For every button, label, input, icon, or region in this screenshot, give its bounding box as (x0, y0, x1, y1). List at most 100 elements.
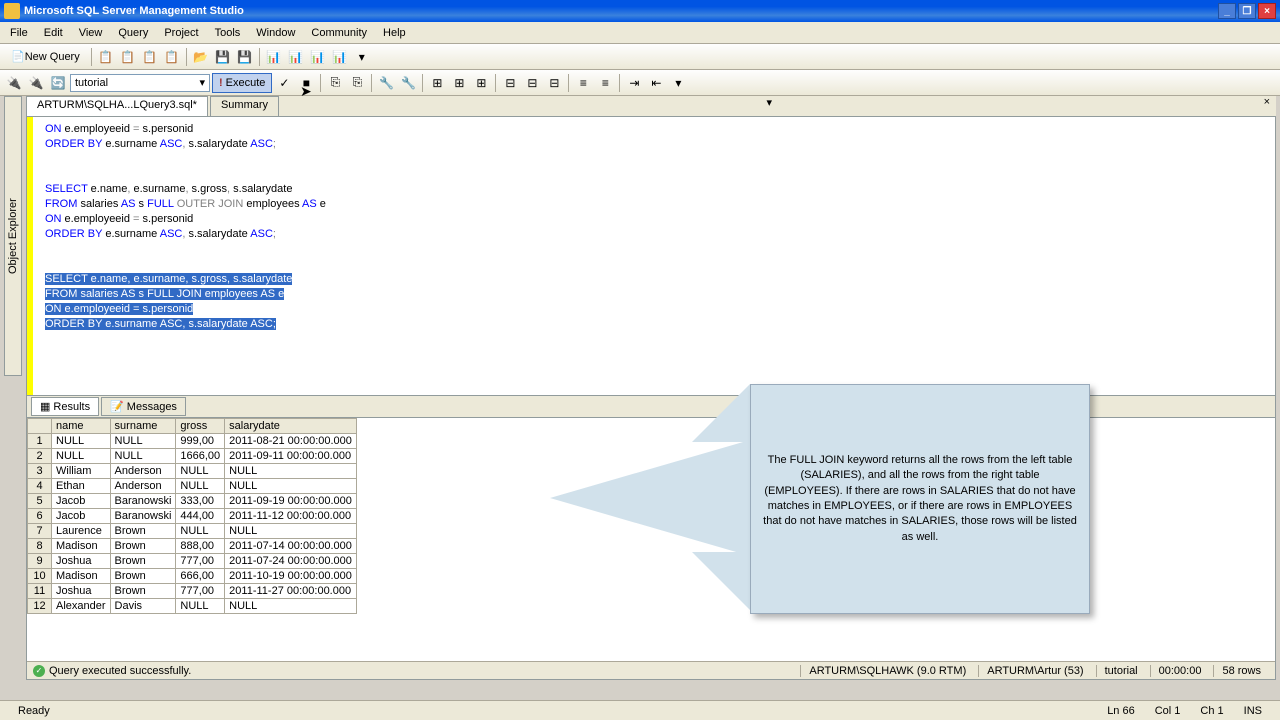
table-row[interactable]: 10MadisonBrown666,002011-10-19 00:00:00.… (28, 569, 357, 584)
toolbar-icon[interactable]: 🔧 (398, 73, 418, 93)
menu-community[interactable]: Community (303, 25, 375, 41)
toolbar-icon[interactable]: ≡ (573, 73, 593, 93)
table-row[interactable]: 11JoshuaBrown777,002011-11-27 00:00:00.0… (28, 584, 357, 599)
menu-tools[interactable]: Tools (207, 25, 249, 41)
status-server: ARTURM\SQLHAWK (9.0 RTM) (800, 665, 974, 677)
toolbar-icon[interactable]: ⊟ (544, 73, 564, 93)
menu-query[interactable]: Query (110, 25, 156, 41)
chevron-down-icon[interactable]: ▾ (761, 96, 779, 116)
status-rows: 58 rows (1213, 665, 1269, 677)
menubar: File Edit View Query Project Tools Windo… (0, 22, 1280, 44)
parse-icon[interactable]: ✓ (274, 73, 294, 93)
toolbar-icon[interactable]: 📊 (330, 47, 350, 67)
status-ch: Ch 1 (1190, 705, 1233, 717)
close-tab-icon[interactable]: × (1258, 96, 1276, 116)
sql-editor[interactable]: ON e.employeeid = s.personid ORDER BY e.… (26, 116, 1276, 396)
menu-view[interactable]: View (71, 25, 111, 41)
column-header[interactable]: name (52, 419, 111, 434)
close-button[interactable]: × (1258, 3, 1276, 19)
toolbar-icon[interactable]: ⊟ (522, 73, 542, 93)
table-row[interactable]: 5JacobBaranowski333,002011-09-19 00:00:0… (28, 494, 357, 509)
status-col: Col 1 (1145, 705, 1191, 717)
table-row[interactable]: 8MadisonBrown888,002011-07-14 00:00:00.0… (28, 539, 357, 554)
grid-icon: ▦ (40, 400, 50, 413)
app-icon (4, 3, 20, 19)
tab-summary[interactable]: Summary (210, 96, 279, 116)
status-user: ARTURM\Artur (53) (978, 665, 1091, 677)
database-combo[interactable]: tutorial ▾ (70, 74, 210, 92)
toolbar-icon[interactable]: ⊞ (471, 73, 491, 93)
chevron-down-icon: ▾ (199, 76, 205, 89)
toolbar-icon[interactable]: ⇤ (646, 73, 666, 93)
table-row[interactable]: 6JacobBaranowski444,002011-11-12 00:00:0… (28, 509, 357, 524)
toolbar-icon[interactable]: 📊 (308, 47, 328, 67)
column-header[interactable] (28, 419, 52, 434)
status-line: Ln 66 (1097, 705, 1145, 717)
save-all-icon[interactable]: 💾 (235, 47, 255, 67)
toolbar-icon[interactable]: ▾ (668, 73, 688, 93)
toolbar-icon[interactable]: 📊 (286, 47, 306, 67)
table-row[interactable]: 2NULLNULL1666,002011-09-11 00:00:00.000 (28, 449, 357, 464)
stop-icon[interactable]: ■ (296, 73, 316, 93)
table-row[interactable]: 12AlexanderDavisNULLNULL (28, 599, 357, 614)
column-header[interactable]: gross (176, 419, 225, 434)
status-ready: Ready (8, 705, 60, 717)
save-icon[interactable]: 💾 (213, 47, 233, 67)
status-message: Query executed successfully. (49, 665, 191, 677)
success-icon: ✓ (33, 665, 45, 677)
database-combo-value: tutorial (75, 77, 108, 89)
maximize-button[interactable]: ❐ (1238, 3, 1256, 19)
toolbar-icon[interactable]: ⊟ (500, 73, 520, 93)
status-database: tutorial (1096, 665, 1146, 677)
new-query-icon: 📄 (11, 50, 25, 63)
main-toolbar: 📄 New Query 📋 📋 📋 📋 📂 💾 💾 📊 📊 📊 📊 ▾ (0, 44, 1280, 70)
toolbar-icon[interactable]: 📋 (140, 47, 160, 67)
execute-label: Execute (226, 77, 266, 89)
change-connection-icon[interactable]: 🔄 (48, 73, 68, 93)
toolbar-icon[interactable]: ⇥ (624, 73, 644, 93)
column-header[interactable]: surname (110, 419, 176, 434)
toolbar-icon[interactable]: ⊞ (427, 73, 447, 93)
connect-icon[interactable]: 🔌 (4, 73, 24, 93)
status-ins: INS (1234, 705, 1272, 717)
object-explorer-label: Object Explorer (7, 198, 19, 274)
new-query-button[interactable]: 📄 New Query (4, 47, 87, 67)
app-title: Microsoft SQL Server Management Studio (24, 5, 1218, 17)
toolbar-icon[interactable]: 🔧 (376, 73, 396, 93)
toolbar-icon[interactable]: 📋 (162, 47, 182, 67)
new-query-label: New Query (25, 51, 80, 63)
execute-icon: ! (219, 77, 223, 89)
toolbar-icon[interactable]: ⊞ (449, 73, 469, 93)
table-row[interactable]: 1NULLNULL999,002011-08-21 00:00:00.000 (28, 434, 357, 449)
table-row[interactable]: 7LaurenceBrownNULLNULL (28, 524, 357, 539)
menu-file[interactable]: File (2, 25, 36, 41)
open-icon[interactable]: 📂 (191, 47, 211, 67)
disconnect-icon[interactable]: 🔌 (26, 73, 46, 93)
table-row[interactable]: 3WilliamAndersonNULLNULL (28, 464, 357, 479)
toolbar-icon[interactable]: 📋 (118, 47, 138, 67)
toolbar-icon[interactable]: 📋 (96, 47, 116, 67)
toolbar-icon[interactable]: ≡ (595, 73, 615, 93)
callout-text: The FULL JOIN keyword returns all the ro… (763, 453, 1077, 545)
tab-results[interactable]: ▦ Results (31, 397, 99, 416)
tab-messages[interactable]: 📝 Messages (101, 397, 186, 416)
toolbar-icon[interactable]: ⎘ (325, 73, 345, 93)
messages-icon: 📝 (110, 400, 124, 413)
menu-window[interactable]: Window (248, 25, 303, 41)
table-row[interactable]: 4EthanAndersonNULLNULL (28, 479, 357, 494)
status-time: 00:00:00 (1150, 665, 1210, 677)
sql-toolbar: 🔌 🔌 🔄 tutorial ▾ ! Execute ✓ ■ ⎘ ⎘ 🔧 🔧 ⊞… (0, 70, 1280, 96)
menu-edit[interactable]: Edit (36, 25, 71, 41)
tab-query[interactable]: ARTURM\SQLHA...LQuery3.sql* (26, 96, 208, 116)
minimize-button[interactable]: _ (1218, 3, 1236, 19)
execute-button[interactable]: ! Execute (212, 73, 272, 93)
toolbar-icon[interactable]: 📊 (264, 47, 284, 67)
menu-help[interactable]: Help (375, 25, 414, 41)
object-explorer-tab[interactable]: Object Explorer (4, 96, 22, 376)
toolbar-icon[interactable]: ⎘ (347, 73, 367, 93)
menu-project[interactable]: Project (156, 25, 206, 41)
results-grid: namesurnamegrosssalarydate 1NULLNULL999,… (27, 418, 357, 614)
toolbar-icon[interactable]: ▾ (352, 47, 372, 67)
table-row[interactable]: 9JoshuaBrown777,002011-07-24 00:00:00.00… (28, 554, 357, 569)
column-header[interactable]: salarydate (225, 419, 357, 434)
